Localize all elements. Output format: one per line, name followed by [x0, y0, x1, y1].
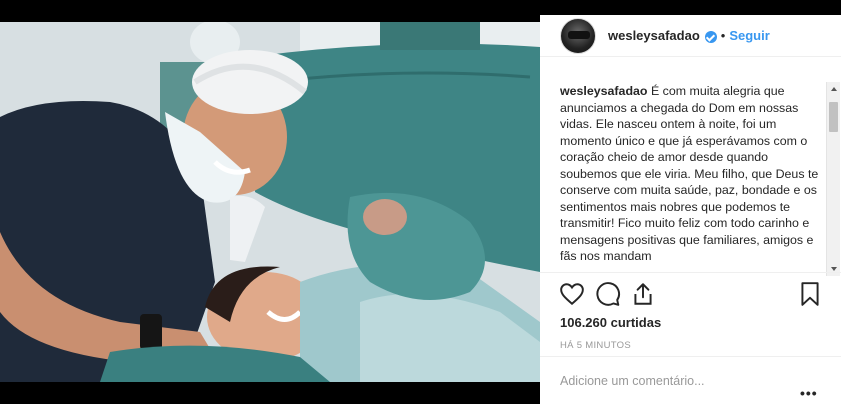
- likes-count[interactable]: 106.260 curtidas: [560, 315, 661, 330]
- more-options-icon[interactable]: •••: [800, 385, 818, 401]
- avatar[interactable]: [560, 17, 596, 54]
- verified-icon: [704, 30, 717, 43]
- add-comment-section: •••: [540, 356, 841, 404]
- bookmark-icon[interactable]: [797, 281, 823, 307]
- post-header: wesleysafadao • Seguir: [540, 15, 841, 57]
- scroll-down-icon[interactable]: [831, 267, 837, 271]
- post-photo[interactable]: [0, 22, 540, 382]
- action-bar: [540, 272, 841, 312]
- follow-button[interactable]: Seguir: [729, 28, 769, 43]
- caption-username[interactable]: wesleysafadao: [560, 84, 647, 98]
- heart-icon[interactable]: [559, 281, 585, 307]
- header-username[interactable]: wesleysafadao: [608, 28, 700, 43]
- post-timestamp[interactable]: HÁ 5 MINUTOS: [560, 340, 631, 351]
- header-separator: •: [720, 28, 726, 43]
- scroll-thumb[interactable]: [829, 102, 838, 132]
- share-icon[interactable]: [630, 281, 656, 307]
- caption: wesleysafadao É com muita alegria que an…: [560, 83, 824, 273]
- comment-input[interactable]: [560, 371, 780, 391]
- comment-icon[interactable]: [595, 281, 621, 307]
- post-side-panel: wesleysafadao • Seguir wesleysafadao É c…: [540, 15, 841, 404]
- photo-illustration: [0, 22, 540, 382]
- caption-text: É com muita alegria que anunciamos a che…: [560, 84, 819, 263]
- scroll-up-icon[interactable]: [831, 87, 837, 91]
- caption-scrollbar[interactable]: [826, 82, 840, 276]
